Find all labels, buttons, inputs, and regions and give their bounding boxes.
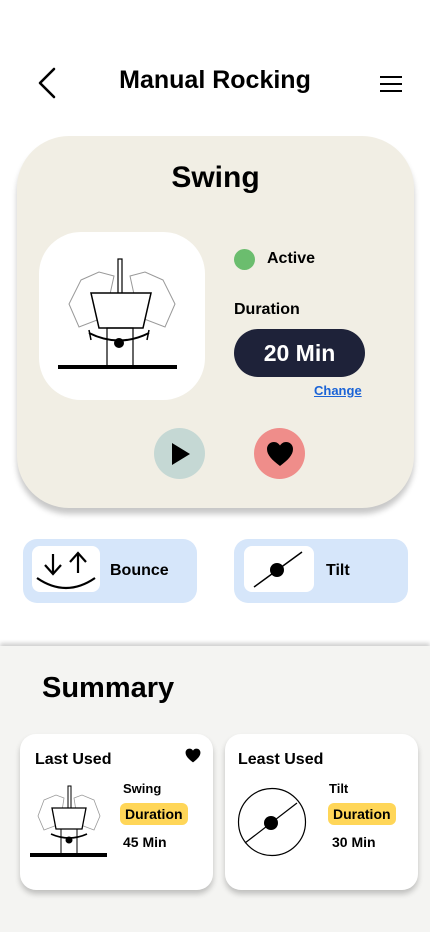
status-indicator [234, 249, 255, 270]
duration-label: Duration [234, 301, 300, 318]
least-used-mode: Tilt [329, 781, 349, 796]
swing-illustration [28, 782, 110, 867]
duration-badge: Duration [328, 803, 396, 825]
hamburger-menu-icon [380, 76, 402, 92]
bounce-icon [36, 551, 96, 589]
menu-button[interactable] [376, 70, 406, 98]
favorite-button[interactable] [185, 748, 201, 768]
play-icon [171, 442, 190, 465]
least-used-card[interactable]: Least Used Tilt Duration 30 Min [225, 734, 418, 890]
swing-illustration [39, 232, 205, 400]
last-used-duration: 45 Min [123, 834, 167, 850]
least-used-title: Least Used [238, 751, 324, 768]
duration-badge: Duration [120, 803, 188, 825]
duration-value: 20 Min [234, 329, 365, 377]
bounce-icon-box [32, 546, 100, 592]
mode-label: Tilt [326, 562, 350, 579]
status-text: Active [267, 250, 316, 267]
tilt-illustration [237, 787, 309, 864]
heart-icon [185, 748, 201, 763]
tilt-icon [253, 551, 303, 588]
least-used-duration: 30 Min [332, 834, 376, 850]
last-used-mode: Swing [123, 781, 162, 796]
mode-button-bounce[interactable]: Bounce [23, 539, 197, 603]
swing-cradle-icon [30, 785, 107, 857]
play-button[interactable] [154, 428, 205, 479]
swing-mode-card: Swing Active Duration 20 Min Change [17, 136, 414, 508]
page-title: Manual Rocking [119, 66, 311, 94]
change-duration-link[interactable]: Change [314, 383, 362, 398]
tilt-icon-box [244, 546, 314, 592]
heart-icon [266, 441, 293, 466]
mode-label: Bounce [110, 562, 169, 579]
summary-title: Summary [42, 672, 175, 704]
last-used-title: Last Used [35, 751, 112, 768]
last-used-card[interactable]: Last Used Swing Duration 45 Min [20, 734, 213, 890]
mode-title: Swing [171, 161, 260, 194]
tilt-icon [237, 787, 307, 857]
favorite-button[interactable] [254, 428, 305, 479]
swing-cradle-icon [58, 258, 177, 369]
mode-button-tilt[interactable]: Tilt [234, 539, 408, 603]
